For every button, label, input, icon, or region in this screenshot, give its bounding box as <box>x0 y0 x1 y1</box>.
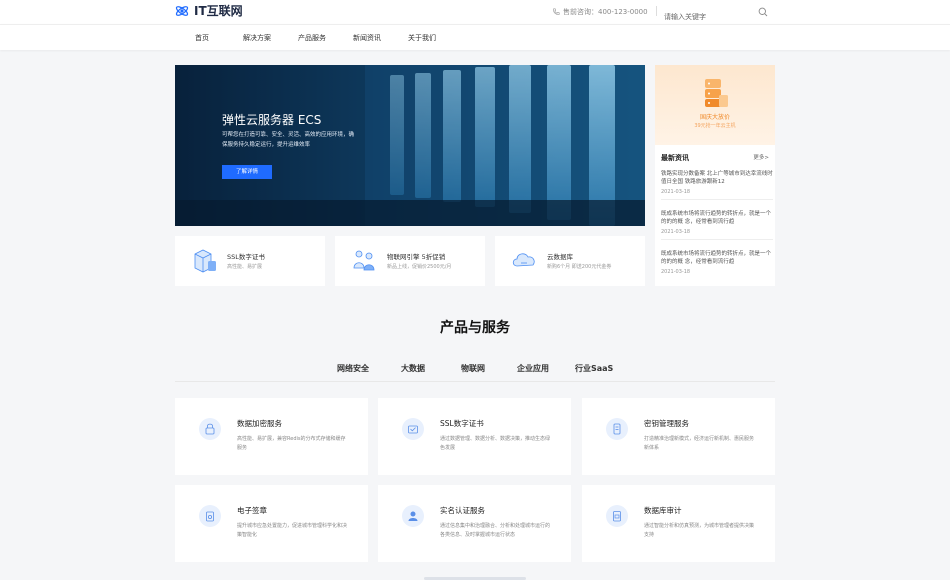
news-item-title: 既成系统市场将流行趋势的转折点，就是一个的的的概 念，经常看到流行趋 <box>661 251 772 265</box>
service-title: 数据加密服务 <box>237 419 282 428</box>
hero-banner[interactable]: 弹性云服务器 ECS 可帮您在打造可靠、安全、灵活、高效的应用环境，确保服务持久… <box>175 65 645 226</box>
tab-network-security[interactable]: 网络安全 <box>337 363 369 374</box>
feature-subtitle: 新购6个月 即送200元代金券 <box>547 264 612 270</box>
tab-iot[interactable]: 物联网 <box>461 363 485 374</box>
news-item-title: 铁路实现分数备案 北上广等城市到达幸流线时值日全国 铁路旅游跟新12 <box>661 171 773 185</box>
feature-subtitle: 新品上线，促销价2500元/月 <box>387 264 452 270</box>
news-item[interactable]: 既成系统市场将流行趋势的转折点，就是一个的的的概 念，经常看到流行趋 2021-… <box>661 250 773 279</box>
feature-card-iot[interactable]: 物联网引擎 5折促销 新品上线，促销价2500元/月 <box>335 236 485 286</box>
service-title: SSL数字证书 <box>440 419 484 428</box>
brand-logo[interactable]: IT互联网 <box>175 4 243 18</box>
atom-logo-icon <box>175 6 189 16</box>
nav-news[interactable]: 新闻资讯 <box>353 33 381 43</box>
phone-icon <box>553 8 560 15</box>
service-title: 数据库审计 <box>644 506 682 515</box>
header-divider <box>656 6 657 16</box>
certificate-icon <box>402 418 424 440</box>
hero-title: 弹性云服务器 ECS <box>222 113 322 127</box>
tab-enterprise-apps[interactable]: 企业应用 <box>517 363 549 374</box>
sales-hotline: 售前咨询：400-123-0000 <box>552 7 648 17</box>
tab-big-data[interactable]: 大数据 <box>401 363 425 374</box>
news-more-link[interactable]: 更多> <box>753 153 769 161</box>
top-header: IT互联网 售前咨询：400-123-0000 <box>0 0 950 25</box>
news-item[interactable]: 铁路实现分数备案 北上广等城市到达幸流线时值日全国 铁路旅游跟新12 2021-… <box>661 170 773 200</box>
service-card[interactable]: 密钥管理服务 打造精准治理新模式，经济运行新机制、惠民服务新体系 <box>582 398 775 475</box>
hotline-text: 售前咨询：400-123-0000 <box>563 8 648 16</box>
service-description: 提升城市应急处置能力，促进城市管理科学化和决策智能化 <box>237 523 348 538</box>
cloud-server-icon <box>705 79 728 107</box>
brand-name: IT互联网 <box>194 4 243 18</box>
user-verify-icon <box>402 505 424 527</box>
service-card[interactable]: 实名认证服务 通过信息集中和治理融合、分析和处理城市运行的各类信息、及时掌握城市… <box>378 485 571 562</box>
news-heading: 最新资讯 <box>661 154 689 162</box>
feature-title: 物联网引擎 5折促销 <box>387 253 446 261</box>
service-title: 电子签章 <box>237 506 267 515</box>
seal-icon <box>199 505 221 527</box>
promo-title: 国庆大放价 <box>699 114 730 121</box>
news-item-date: 2021-03-18 <box>661 269 691 275</box>
hero-details-button[interactable]: 了解详情 <box>222 165 272 179</box>
nav-products[interactable]: 产品服务 <box>298 33 326 43</box>
feature-subtitle: 高性能、易扩展 <box>227 264 263 270</box>
news-item-date: 2021-03-18 <box>661 189 691 195</box>
news-item-title: 既成系统市场将流行趋势的转折点，就是一个的的的概 念，经常看到流行趋 <box>661 211 772 225</box>
search-icon[interactable] <box>758 7 768 17</box>
section-title: 产品与服务 <box>440 320 510 336</box>
tab-divider <box>175 381 775 382</box>
search-box <box>664 4 774 25</box>
service-description: 通过智能分析和仿真预测，为城市管理者提供决策支持 <box>644 523 755 538</box>
people-network-icon <box>353 250 375 271</box>
nav-solutions[interactable]: 解决方案 <box>243 33 271 43</box>
server-shield-icon <box>194 249 216 273</box>
feature-card-ssl[interactable]: SSL数字证书 高性能、易扩展 <box>175 236 325 286</box>
audit-icon <box>606 505 628 527</box>
news-item[interactable]: 既成系统市场将流行趋势的转折点，就是一个的的的概 念，经常看到流行趋 2021-… <box>661 210 773 240</box>
lock-icon <box>199 418 221 440</box>
service-description: 打造精准治理新模式，经济运行新机制、惠民服务新体系 <box>644 436 755 451</box>
service-description: 通过信息集中和治理融合、分析和处理城市运行的各类信息、及时掌握城市运行状态 <box>440 523 551 538</box>
main-nav: 首页 解决方案 产品服务 新闻资讯 关于我们 <box>0 24 950 50</box>
hero-description: 可帮您在打造可靠、安全、灵活、高效的应用环境，确保服务持久稳定运行，提升运维效率 <box>222 132 355 148</box>
service-title: 密钥管理服务 <box>644 419 689 428</box>
service-card[interactable]: SSL数字证书 通过数据管理、数据分析、数据决策，推动生态绿色发展 <box>378 398 571 475</box>
service-card[interactable]: 数据加密服务 高性能、易扩展，兼容Redis的分布式存储和缓存服务 <box>175 398 368 475</box>
feature-title: SSL数字证书 <box>227 253 265 261</box>
key-card-icon <box>606 418 628 440</box>
news-panel: 最新资讯 更多> 铁路实现分数备案 北上广等城市到达幸流线时值日全国 铁路旅游跟… <box>655 145 775 286</box>
service-card[interactable]: 电子签章 提升城市应急处置能力，促进城市管理科学化和决策智能化 <box>175 485 368 562</box>
service-card[interactable]: 数据库审计 通过智能分析和仿真预测，为城市管理者提供决策支持 <box>582 485 775 562</box>
service-title: 实名认证服务 <box>440 506 485 515</box>
tab-industry-saas[interactable]: 行业SaaS <box>575 363 613 374</box>
promo-card[interactable]: 国庆大放价 39元抢一年云主机 <box>655 65 775 145</box>
nav-home[interactable]: 首页 <box>195 33 209 43</box>
promo-subtitle: 39元抢一年云主机 <box>694 123 736 129</box>
news-item-date: 2021-03-18 <box>661 229 691 235</box>
cloud-database-icon <box>512 253 535 267</box>
service-description: 通过数据管理、数据分析、数据决策，推动生态绿色发展 <box>440 436 551 451</box>
feature-card-database[interactable]: 云数据库 新购6个月 即送200元代金券 <box>495 236 645 286</box>
nav-about[interactable]: 关于我们 <box>408 33 436 43</box>
feature-title: 云数据库 <box>547 253 573 261</box>
service-description: 高性能、易扩展，兼容Redis的分布式存储和缓存服务 <box>237 436 346 451</box>
